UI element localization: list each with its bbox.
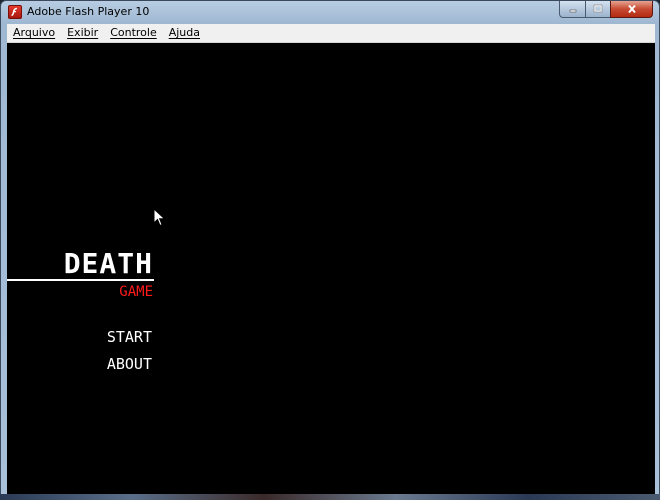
taskbar-edge bbox=[0, 494, 660, 500]
menu-bar: Arquivo Exibir Controle Ajuda bbox=[7, 24, 655, 43]
close-icon bbox=[627, 4, 636, 14]
maximize-icon bbox=[593, 4, 603, 13]
flash-player-icon bbox=[8, 5, 22, 19]
menu-item-ajuda[interactable]: Ajuda bbox=[163, 24, 206, 42]
flash-stage[interactable]: DEATH GAME START ABOUT bbox=[7, 43, 655, 495]
minimize-button[interactable] bbox=[559, 1, 585, 18]
menu-item-arquivo[interactable]: Arquivo bbox=[7, 24, 61, 42]
game-title: DEATH bbox=[63, 247, 153, 280]
start-button[interactable]: START bbox=[107, 328, 152, 346]
flash-player-window: Adobe Flash Player 10 Arquivo Exibir Con… bbox=[0, 0, 660, 500]
title-bar[interactable]: Adobe Flash Player 10 bbox=[1, 1, 659, 23]
close-button[interactable] bbox=[610, 1, 653, 18]
mouse-cursor-icon bbox=[153, 208, 166, 227]
window-title: Adobe Flash Player 10 bbox=[27, 5, 150, 18]
game-subtitle: GAME bbox=[119, 284, 153, 300]
menu-item-exibir[interactable]: Exibir bbox=[61, 24, 104, 42]
maximize-button[interactable] bbox=[585, 1, 610, 18]
about-button[interactable]: ABOUT bbox=[107, 355, 152, 373]
title-divider bbox=[7, 279, 154, 281]
menu-item-controle[interactable]: Controle bbox=[104, 24, 163, 42]
minimize-icon bbox=[569, 9, 576, 13]
window-controls bbox=[559, 1, 653, 19]
